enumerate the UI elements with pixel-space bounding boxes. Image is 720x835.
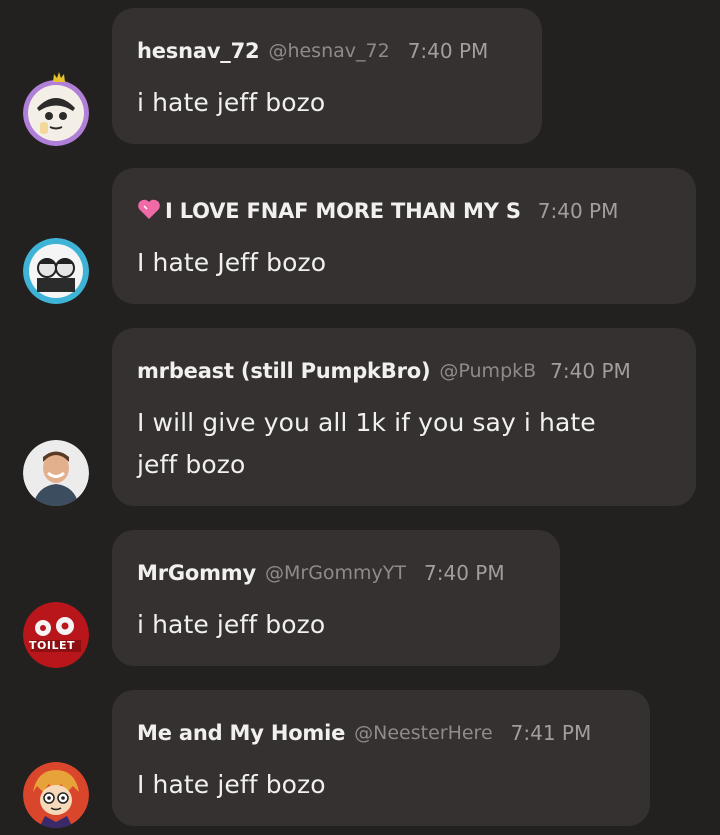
- author-name[interactable]: I LOVE FNAF MORE THAN MY S: [165, 199, 521, 223]
- timestamp: 7:40 PM: [407, 39, 489, 63]
- message-feed: hesnav_72 @hesnav_72 7:40 PM i hate jeff…: [0, 0, 720, 835]
- message-header: I LOVE FNAF MORE THAN MY S 7:40 PM: [137, 196, 618, 226]
- author-handle[interactable]: @hesnav_72: [268, 40, 389, 62]
- message-header: mrbeast (still PumpkBro) @PumpkB 7:40 PM: [137, 356, 631, 386]
- message-text-line: jeff bozo: [137, 450, 246, 479]
- message-bubble: MrGommy @MrGommyYT 7:40 PM i hate jeff b…: [112, 530, 560, 666]
- author-name[interactable]: hesnav_72: [137, 39, 260, 63]
- cartoon-character-avatar-icon[interactable]: [23, 80, 89, 146]
- timestamp: 7:40 PM: [537, 199, 619, 223]
- cartoon-boy-avatar-icon[interactable]: [23, 762, 89, 828]
- message-text-line: I will give you all 1k if you say i hate: [137, 408, 596, 437]
- author-handle[interactable]: @PumpkB: [439, 360, 536, 382]
- timestamp: 7:40 PM: [550, 359, 631, 383]
- message-text: I hate jeff bozo: [137, 770, 326, 799]
- toilet-logo-avatar-icon[interactable]: TOILET: [23, 602, 89, 668]
- message-text: i hate jeff bozo: [137, 88, 326, 117]
- author-name[interactable]: MrGommy: [137, 561, 256, 585]
- message-header: hesnav_72 @hesnav_72 7:40 PM: [137, 36, 488, 66]
- crown-badge-icon: [52, 68, 66, 82]
- message-text: I hate Jeff bozo: [137, 248, 327, 277]
- message-bubble: Me and My Homie @NeesterHere 7:41 PM I h…: [112, 690, 650, 826]
- message-bubble: I LOVE FNAF MORE THAN MY S 7:40 PM I hat…: [112, 168, 696, 304]
- message-text: I will give you all 1k if you say i hate…: [137, 402, 596, 486]
- message-text: i hate jeff bozo: [137, 610, 326, 639]
- author-name[interactable]: Me and My Homie: [137, 721, 345, 745]
- author-handle[interactable]: @NeesterHere: [354, 722, 493, 744]
- two-characters-avatar-icon[interactable]: [23, 238, 89, 304]
- message-header: Me and My Homie @NeesterHere 7:41 PM: [137, 718, 591, 748]
- author-handle[interactable]: @MrGommyYT: [265, 562, 406, 584]
- avatar-logo-text: TOILET: [29, 639, 75, 652]
- pink-heart-emoji-icon: [137, 198, 161, 224]
- smiling-man-avatar-icon[interactable]: [23, 440, 89, 506]
- timestamp: 7:41 PM: [510, 721, 592, 745]
- message-bubble: hesnav_72 @hesnav_72 7:40 PM i hate jeff…: [112, 8, 542, 144]
- message-bubble: mrbeast (still PumpkBro) @PumpkB 7:40 PM…: [112, 328, 696, 506]
- message-header: MrGommy @MrGommyYT 7:40 PM: [137, 558, 505, 588]
- author-name[interactable]: mrbeast (still PumpkBro): [137, 359, 431, 383]
- timestamp: 7:40 PM: [424, 561, 505, 585]
